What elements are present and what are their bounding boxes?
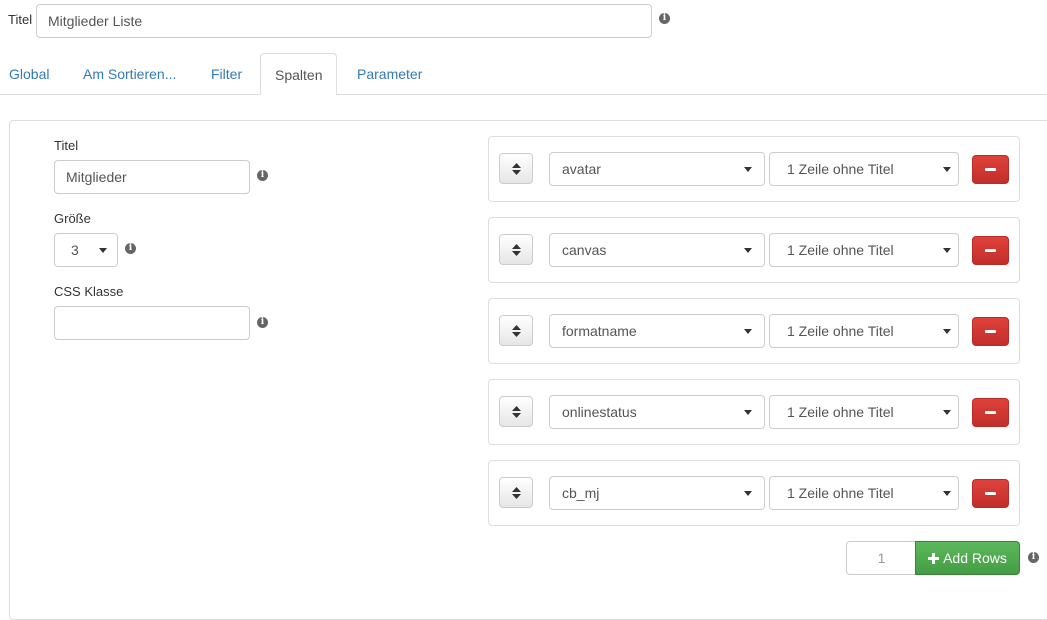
title-input-value: Mitglieder Liste (48, 13, 143, 29)
display-value: 1 Zeile ohne Titel (787, 242, 894, 258)
info-icon[interactable]: i (659, 13, 670, 24)
drag-handle-button[interactable] (499, 153, 533, 184)
title-input[interactable]: Mitglieder Liste (36, 4, 652, 38)
size-label: Größe (54, 211, 91, 226)
display-select[interactable]: 1 Zeile ohne Titel (769, 233, 959, 267)
column-row: avatar 1 Zeile ohne Titel (488, 136, 1020, 202)
chevron-down-icon (943, 247, 951, 253)
tab-parameters[interactable]: Parameter (357, 53, 422, 95)
remove-row-button[interactable] (972, 479, 1009, 508)
size-value: 3 (71, 242, 79, 258)
field-value: formatname (562, 323, 637, 339)
chevron-down-icon (943, 490, 951, 496)
field-value: cb_mj (562, 485, 600, 501)
css-class-input[interactable] (54, 306, 250, 340)
remove-row-button[interactable] (972, 398, 1009, 427)
minus-icon (985, 411, 996, 414)
column-row: onlinestatus 1 Zeile ohne Titel (488, 379, 1020, 445)
column-row: cb_mj 1 Zeile ohne Titel (488, 460, 1020, 526)
info-icon[interactable]: i (1028, 552, 1039, 563)
sort-icon (511, 324, 521, 337)
field-value: onlinestatus (562, 404, 637, 420)
row-count-input[interactable]: 1 (846, 541, 916, 575)
add-rows-label: Add Rows (943, 550, 1007, 566)
sort-icon (511, 486, 521, 499)
field-select[interactable]: cb_mj (549, 476, 765, 510)
field-select[interactable]: avatar (549, 152, 765, 186)
remove-row-button[interactable] (972, 155, 1009, 184)
chevron-down-icon (943, 166, 951, 172)
sort-icon (511, 243, 521, 256)
chevron-down-icon (744, 328, 752, 334)
info-icon[interactable]: i (257, 317, 268, 328)
chevron-down-icon (943, 328, 951, 334)
info-icon[interactable]: i (125, 243, 136, 254)
display-value: 1 Zeile ohne Titel (787, 404, 894, 420)
info-icon[interactable]: i (257, 170, 268, 181)
field-value: avatar (562, 161, 601, 177)
column-title-value: Mitglieder (66, 169, 127, 185)
chevron-down-icon (744, 166, 752, 172)
field-select[interactable]: canvas (549, 233, 765, 267)
minus-icon (985, 492, 996, 495)
field-value: canvas (562, 242, 607, 258)
chevron-down-icon (744, 409, 752, 415)
drag-handle-button[interactable] (499, 396, 533, 427)
column-title-input[interactable]: Mitglieder (54, 160, 250, 194)
tab-columns[interactable]: Spalten (260, 53, 338, 95)
tab-sorting[interactable]: Am Sortieren... (83, 53, 176, 95)
remove-row-button[interactable] (972, 236, 1009, 265)
title-label: Titel (8, 12, 33, 27)
drag-handle-button[interactable] (499, 315, 533, 346)
remove-row-button[interactable] (972, 317, 1009, 346)
display-value: 1 Zeile ohne Titel (787, 161, 894, 177)
chevron-down-icon (744, 490, 752, 496)
display-select[interactable]: 1 Zeile ohne Titel (769, 476, 959, 510)
chevron-down-icon (744, 247, 752, 253)
display-value: 1 Zeile ohne Titel (787, 323, 894, 339)
display-select[interactable]: 1 Zeile ohne Titel (769, 314, 959, 348)
minus-icon (985, 168, 996, 171)
minus-icon (985, 330, 996, 333)
drag-handle-button[interactable] (499, 477, 533, 508)
field-select[interactable]: formatname (549, 314, 765, 348)
drag-handle-button[interactable] (499, 234, 533, 265)
add-rows-button[interactable]: Add Rows (915, 541, 1020, 575)
column-title-label: Titel (54, 138, 79, 153)
plus-icon (928, 552, 940, 564)
css-class-label: CSS Klasse (54, 284, 124, 299)
chevron-down-icon (99, 247, 107, 253)
chevron-down-icon (943, 409, 951, 415)
field-select[interactable]: onlinestatus (549, 395, 765, 429)
tab-global[interactable]: Global (9, 53, 49, 95)
row-count-value: 1 (877, 550, 886, 566)
display-select[interactable]: 1 Zeile ohne Titel (769, 395, 959, 429)
sort-icon (511, 162, 521, 175)
size-select[interactable]: 3 (54, 233, 118, 267)
minus-icon (985, 249, 996, 252)
column-row: canvas 1 Zeile ohne Titel (488, 217, 1020, 283)
sort-icon (511, 405, 521, 418)
column-row: formatname 1 Zeile ohne Titel (488, 298, 1020, 364)
display-value: 1 Zeile ohne Titel (787, 485, 894, 501)
tab-filter[interactable]: Filter (211, 53, 242, 95)
display-select[interactable]: 1 Zeile ohne Titel (769, 152, 959, 186)
